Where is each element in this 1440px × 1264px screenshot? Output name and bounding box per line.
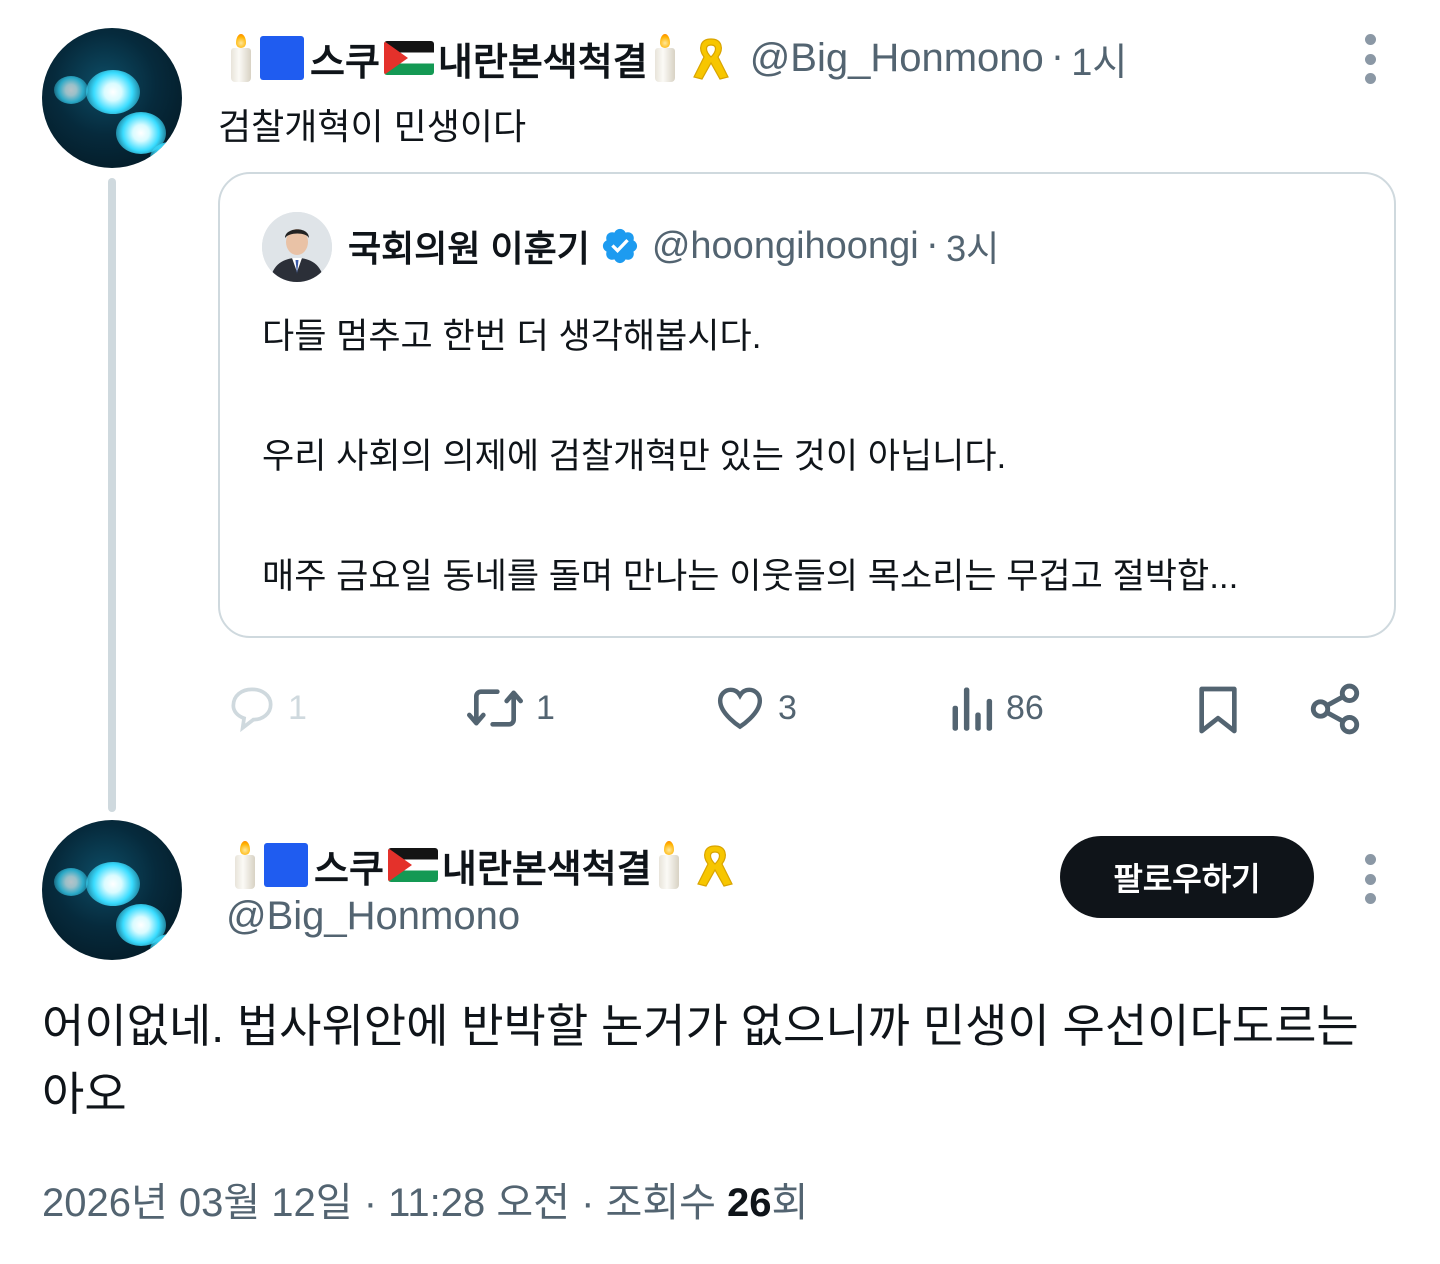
views-suffix: 회: [771, 1181, 809, 1225]
display-name-part-2: 내란본색척결: [441, 848, 652, 891]
candle-icon: [652, 34, 678, 82]
display-name-part-2: 내란본색척결: [437, 41, 648, 84]
bookmark-button[interactable]: [1190, 680, 1246, 740]
repost-button[interactable]: 1: [462, 680, 555, 736]
display-name-part-1: 스쿠: [310, 41, 380, 84]
tweet-thread: 스쿠 내란본색척결 @Big_Honmono · 1시 검찰개혁이 민생이다 국…: [0, 0, 1440, 1264]
main-handle[interactable]: @Big_Honmono: [226, 894, 520, 939]
verified-badge-icon: [602, 228, 637, 264]
bookmark-icon: [1199, 686, 1237, 734]
yellow-ribbon-icon: [696, 845, 733, 887]
follow-button[interactable]: 팔로우하기: [1060, 836, 1314, 918]
reply-count: 1: [288, 688, 307, 727]
like-icon: [717, 687, 763, 730]
main-header: 스쿠 내란본색척결: [228, 836, 740, 894]
views-count: 26: [727, 1181, 772, 1225]
parent-display-name[interactable]: 스쿠 내란본색척결: [224, 31, 736, 86]
like-button[interactable]: 3: [710, 680, 797, 736]
main-display-name[interactable]: 스쿠 내란본색척결: [228, 838, 740, 893]
quoted-display-name[interactable]: 국회의원 이훈기: [348, 220, 590, 272]
quoted-text-line: 다들 멈추고 한번 더 생각해봅시다.: [262, 317, 762, 356]
candle-icon: [656, 841, 682, 889]
views-button[interactable]: 86: [948, 680, 1044, 736]
timestamp-and-views-label[interactable]: 2026년 03월 12일 · 11:28 오전 · 조회수: [42, 1181, 727, 1225]
main-more-icon[interactable]: [1358, 854, 1382, 904]
quoted-header: 국회의원 이훈기 @hoongihoongi · 3시: [348, 220, 999, 272]
parent-header: 스쿠 내란본색척결 @Big_Honmono · 1시: [224, 30, 1127, 86]
main-avatar[interactable]: [42, 820, 182, 960]
parent-avatar[interactable]: [42, 28, 182, 168]
parent-time[interactable]: 1시: [1071, 31, 1127, 86]
reply-button[interactable]: 1: [224, 680, 307, 736]
yellow-ribbon-icon: [692, 38, 729, 80]
quoted-handle[interactable]: @hoongihoongi: [652, 225, 919, 268]
parent-handle[interactable]: @Big_Honmono: [750, 36, 1044, 81]
quoted-text-line: 매주 금요일 동네를 돌며 만나는 이웃들의 목소리는 무겁고 절박합...: [262, 557, 1239, 596]
quoted-avatar-photo: [262, 212, 332, 282]
separator-dot: ·: [926, 225, 939, 267]
tweet-meta: 2026년 03월 12일 · 11:28 오전 · 조회수 26회: [42, 1170, 808, 1228]
like-count: 3: [778, 688, 797, 727]
parent-tweet-text: 검찰개혁이 민생이다: [218, 106, 527, 147]
thread-connector-line: [108, 178, 116, 812]
quoted-tweet-card[interactable]: 국회의원 이훈기 @hoongihoongi · 3시 다들 멈추고 한번 더 …: [218, 172, 1396, 638]
palestine-flag-icon: [383, 41, 434, 75]
view-count: 86: [1006, 688, 1044, 727]
share-button[interactable]: [1306, 680, 1364, 738]
separator-dot: ·: [1051, 37, 1064, 79]
quoted-avatar[interactable]: [262, 212, 332, 282]
share-icon: [1310, 683, 1360, 735]
candle-icon: [228, 34, 254, 82]
parent-more-icon[interactable]: [1358, 34, 1382, 84]
quoted-text-line: 우리 사회의 의제에 검찰개혁만 있는 것이 아닙니다.: [262, 437, 1007, 476]
quoted-time[interactable]: 3시: [946, 220, 999, 272]
blue-square-icon: [260, 36, 304, 80]
palestine-flag-icon: [387, 848, 438, 882]
reply-icon: [231, 687, 273, 733]
candle-icon: [232, 841, 258, 889]
main-tweet-text: 어이없네. 법사위안에 반박할 논거가 없으니까 민생이 우선이다도르는 아오: [42, 1000, 1359, 1120]
views-icon: [952, 687, 993, 731]
repost-count: 1: [536, 688, 555, 727]
display-name-part-1: 스쿠: [314, 848, 384, 891]
blue-square-icon: [264, 843, 308, 887]
repost-icon: [467, 689, 523, 727]
